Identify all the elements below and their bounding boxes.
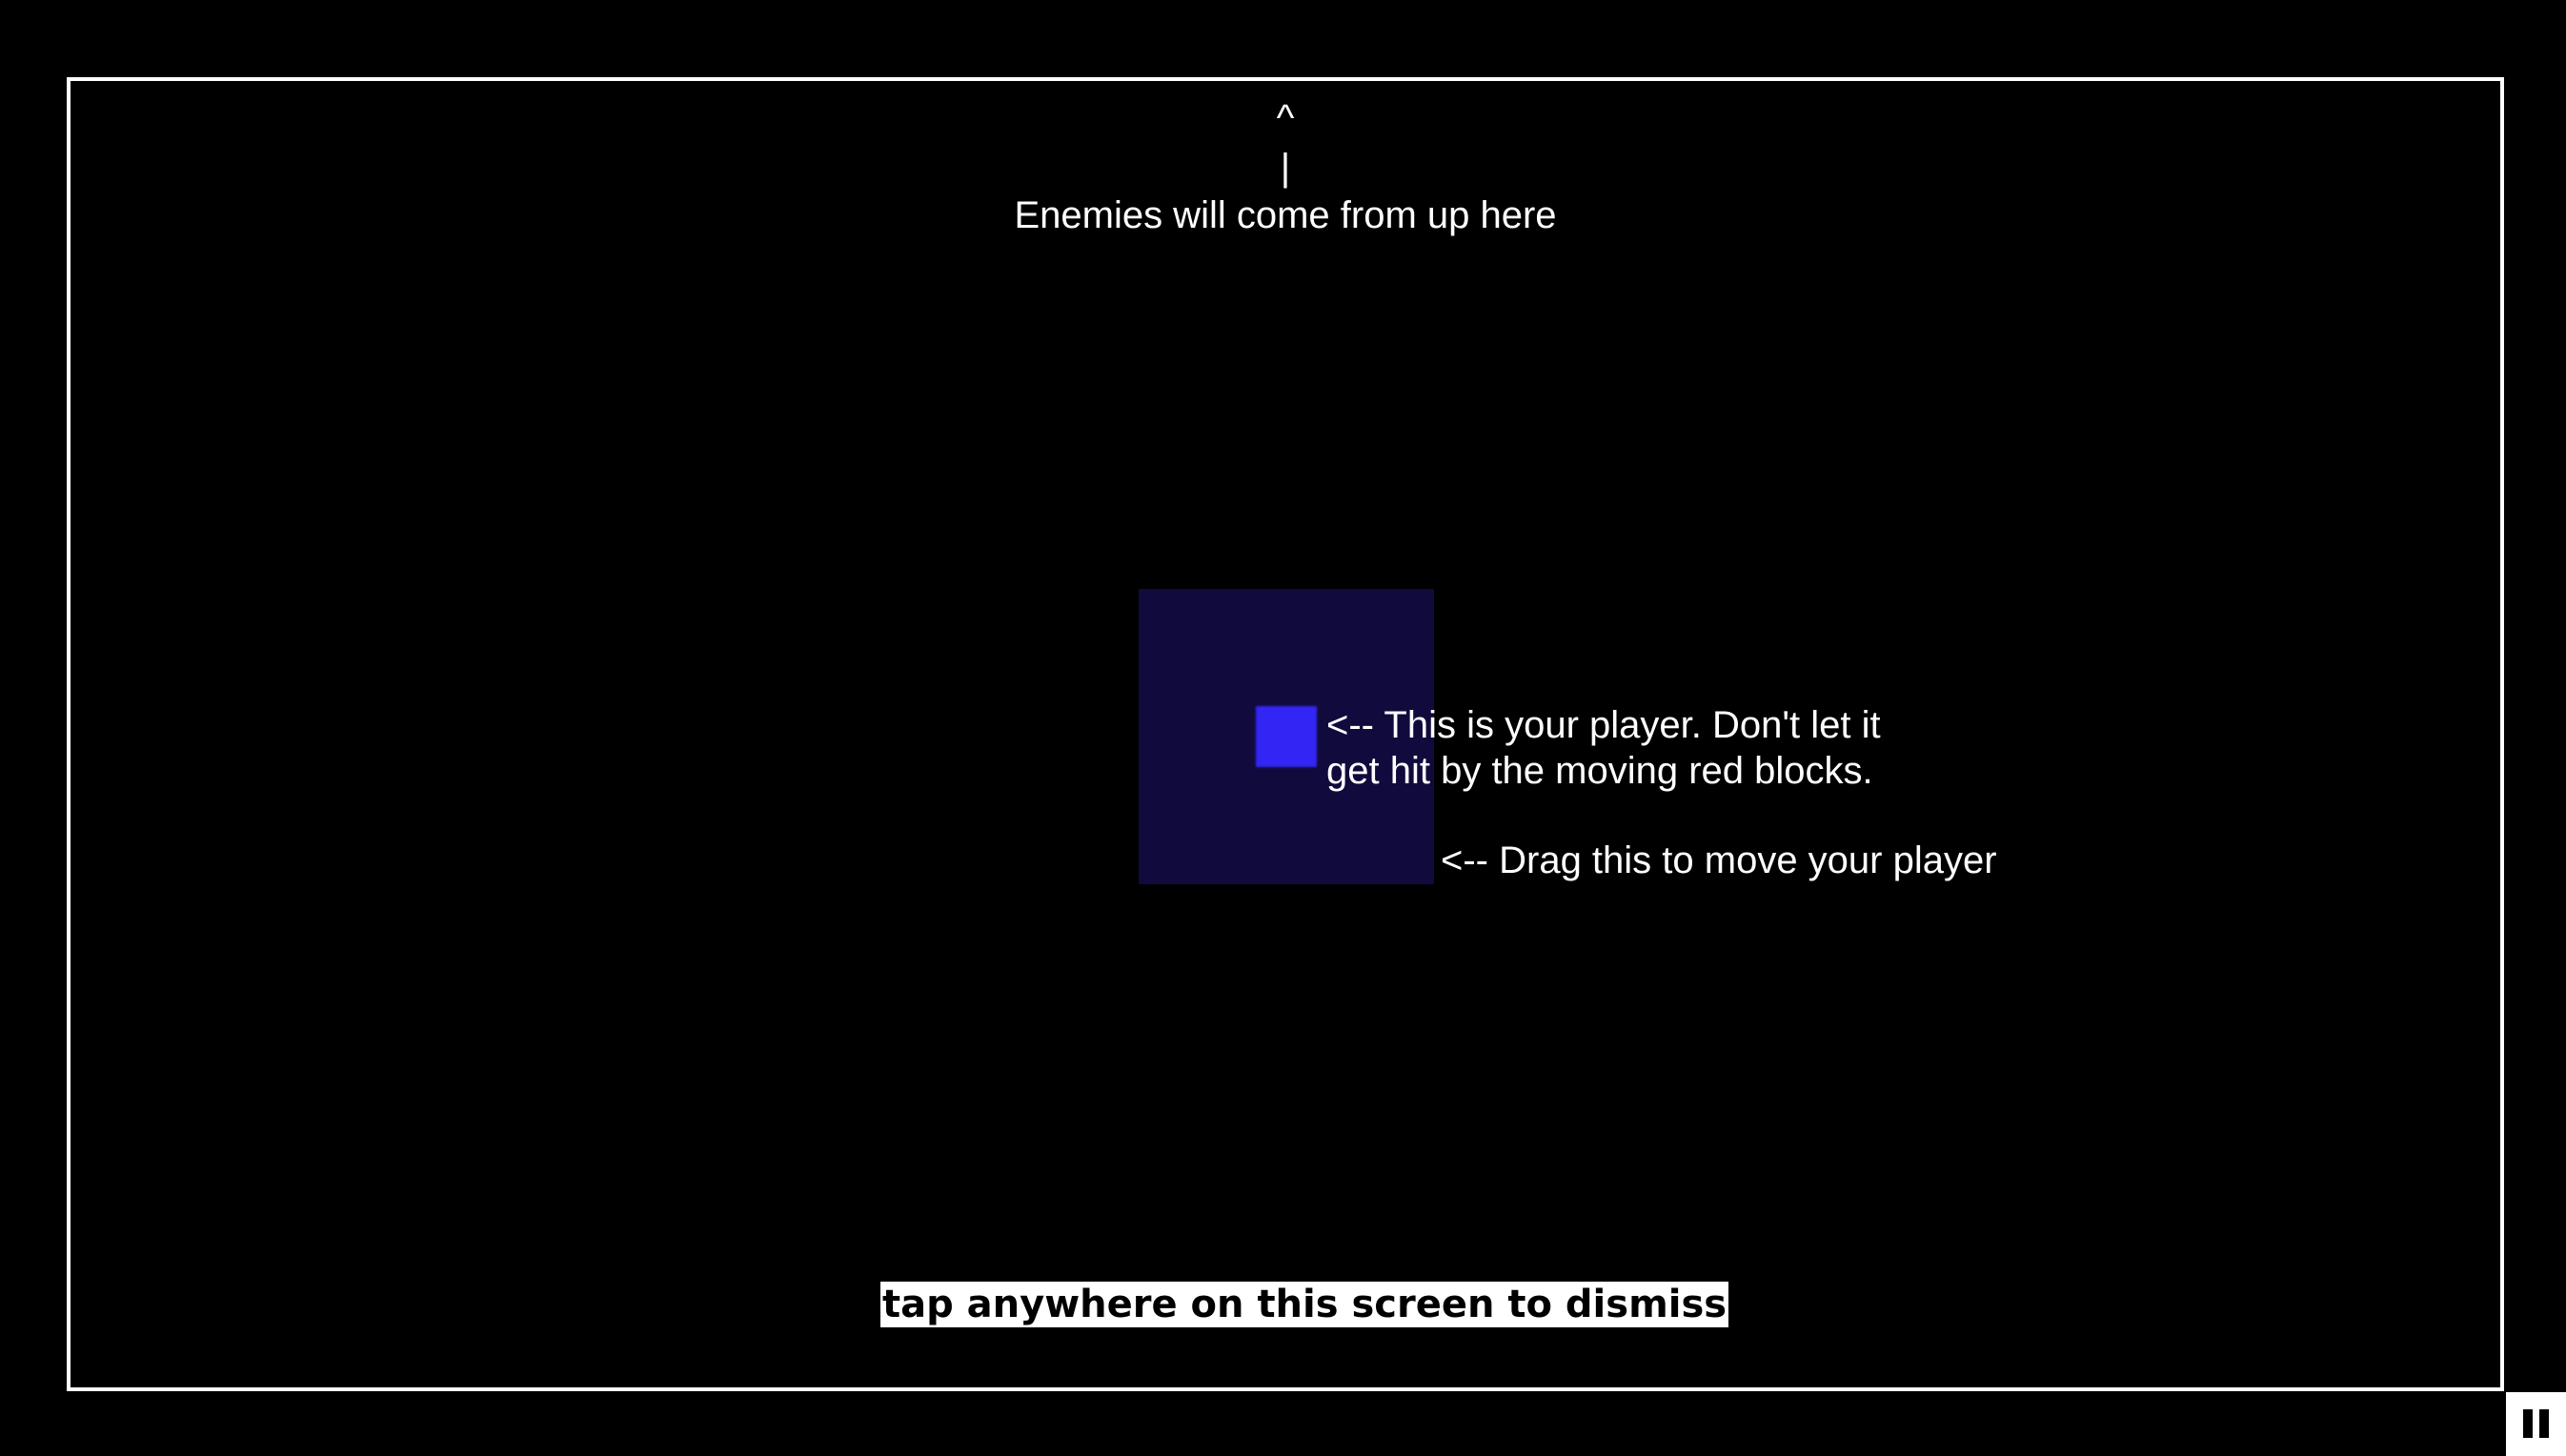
player-block	[1256, 706, 1317, 767]
drag-hint: <-- Drag this to move your player	[1441, 839, 1997, 881]
player-hint: <-- This is your player. Don't let it ge…	[1326, 704, 1881, 792]
enemy-direction-bar: |	[1280, 147, 1291, 189]
pause-button[interactable]	[2506, 1392, 2566, 1456]
dismiss-tutorial-prompt[interactable]: tap anywhere on this screen to dismiss	[880, 1282, 1729, 1327]
pause-icon-bar	[2539, 1409, 2549, 1438]
enemy-direction-hint: Enemies will come from up here	[1014, 194, 1557, 236]
pause-icon	[2523, 1409, 2533, 1438]
enemy-direction-caret: ^	[1276, 97, 1295, 139]
